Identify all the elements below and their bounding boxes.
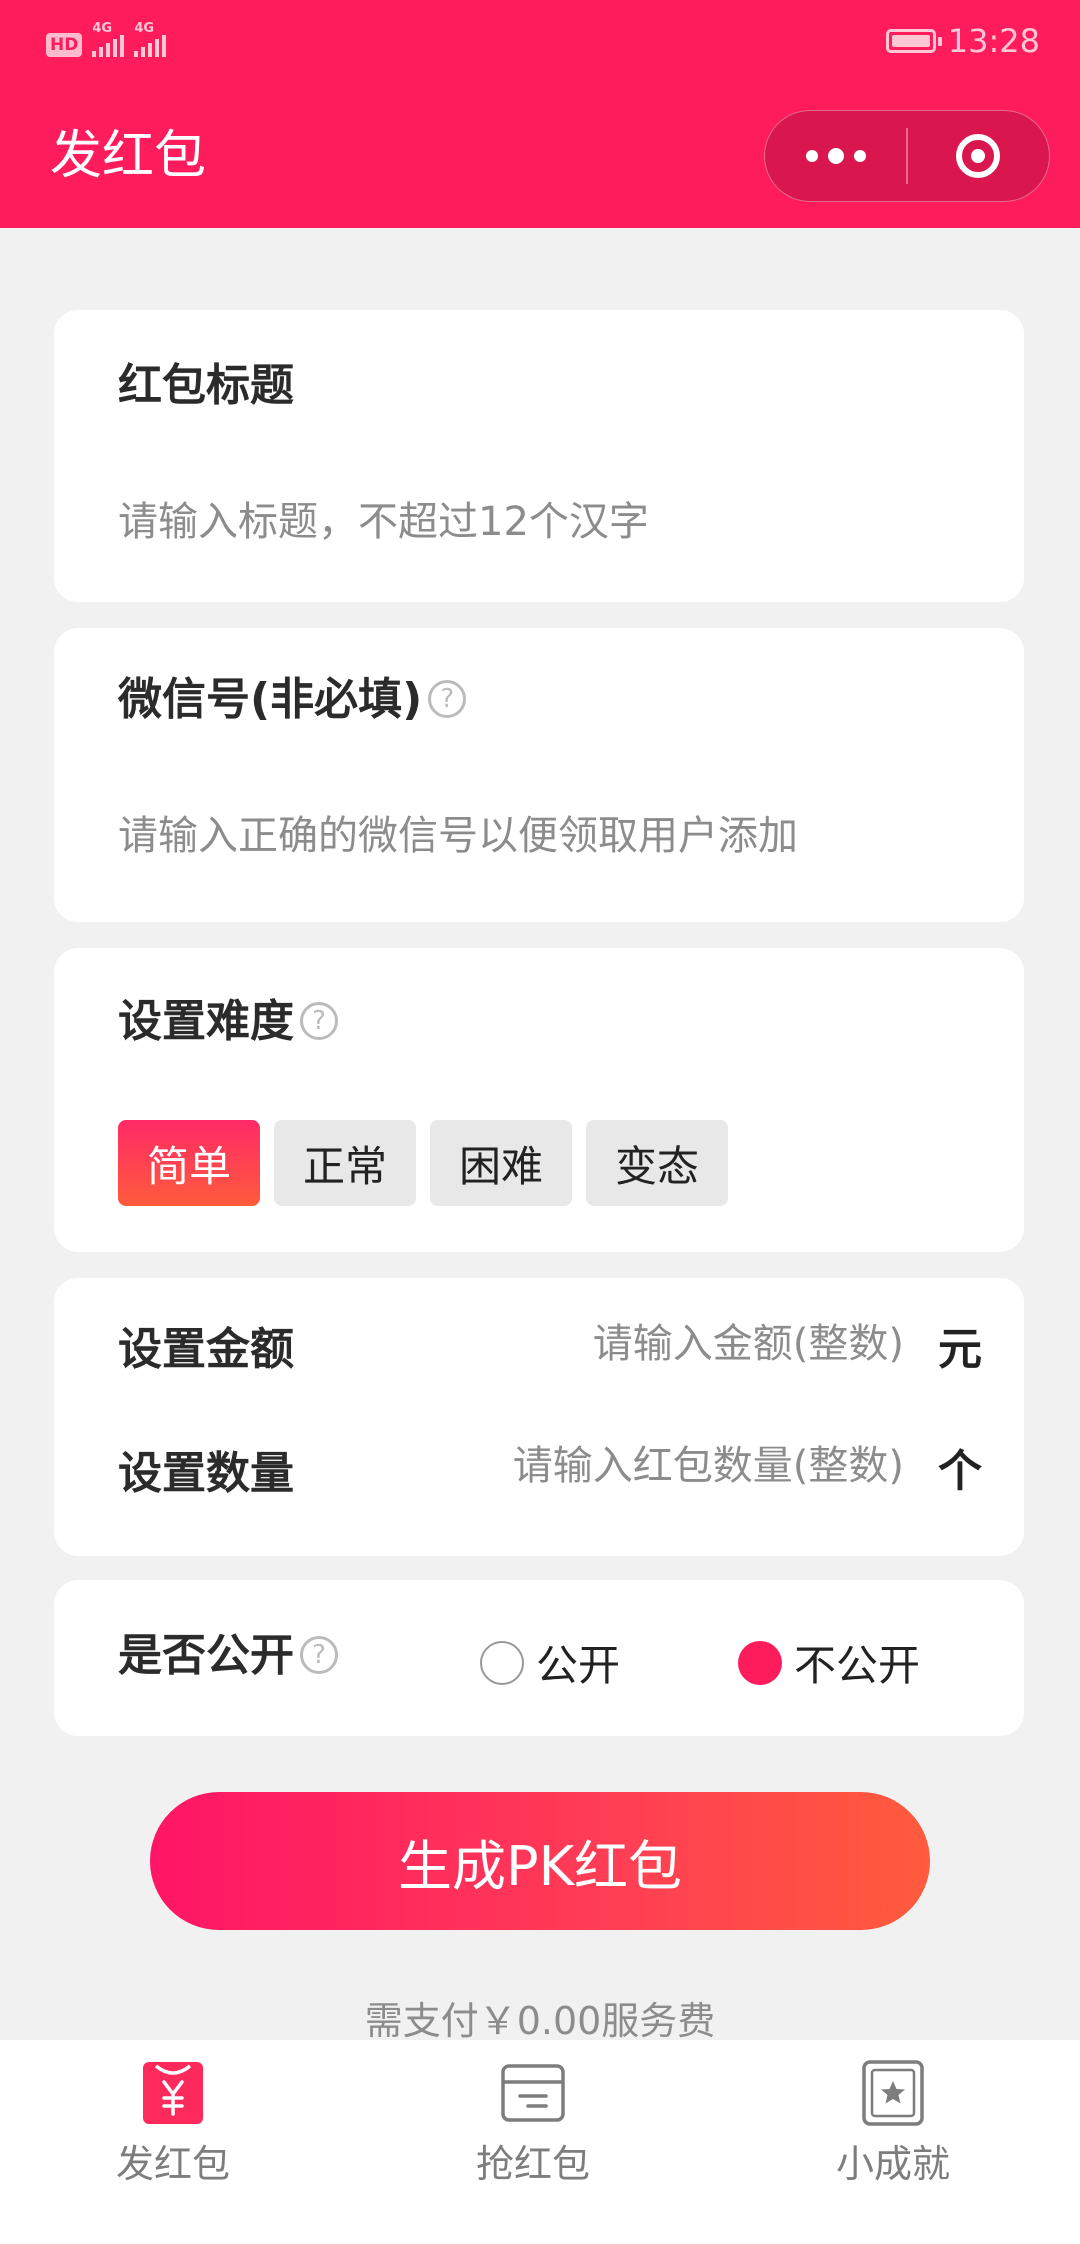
title-label: 红包标题 (118, 360, 294, 411)
radio-private[interactable]: 不公开 (738, 1632, 920, 1693)
count-input[interactable]: 请输入红包数量(整数) (513, 1440, 904, 1492)
count-unit: 个 (938, 1446, 982, 1497)
tab-label: 发红包 (115, 2142, 230, 2186)
fee-text: 需支付￥0.00服务费 (364, 1999, 716, 2043)
title-input[interactable]: 请输入标题，不超过12个汉字 (118, 496, 649, 548)
difficulty-label: 设置难度 (118, 996, 294, 1047)
amount-input[interactable]: 请输入金额(整数) (593, 1318, 904, 1370)
difficulty-option-easy[interactable]: 简单 (118, 1120, 260, 1206)
app-header: HD 4G 4G 13:28 发红包 (0, 0, 1080, 228)
amount-card: 设置金额 请输入金额(整数) 元 设置数量 请输入红包数量(整数) 个 (54, 1278, 1024, 1556)
radio-unchecked-icon (480, 1640, 524, 1685)
star-badge-icon (862, 2060, 924, 2126)
tab-achievements[interactable]: 小成就 (783, 2060, 1003, 2188)
wechat-label-row: 微信号(非必填)? (118, 672, 467, 728)
more-button[interactable] (765, 110, 906, 202)
wechat-card: 微信号(非必填)? 请输入正确的微信号以便领取用户添加 (54, 628, 1024, 922)
more-dots-icon (805, 148, 866, 164)
battery-icon (885, 29, 942, 53)
title-card: 红包标题 请输入标题，不超过12个汉字 (54, 310, 1024, 602)
help-icon[interactable]: ? (300, 1636, 338, 1674)
difficulty-card: 设置难度? 简单 正常 困难 变态 (54, 948, 1024, 1252)
tab-grab-redpacket[interactable]: 抢红包 (423, 2060, 643, 2188)
amount-unit: 元 (938, 1324, 982, 1375)
hd-icon: HD (46, 33, 83, 57)
miniprogram-capsule (764, 110, 1050, 202)
status-time: 13:28 (947, 22, 1040, 60)
close-miniprogram-button[interactable] (908, 110, 1049, 202)
radio-public-label: 公开 (536, 1641, 621, 1690)
tab-bar: 发红包 抢红包 小成就 (0, 2040, 1080, 2244)
target-circle-icon (956, 134, 1001, 178)
public-label: 是否公开 (118, 1630, 294, 1681)
radio-checked-icon (738, 1640, 782, 1685)
difficulty-option-hard[interactable]: 困难 (430, 1120, 572, 1206)
count-label: 设置数量 (118, 1448, 294, 1499)
public-card: 是否公开? 公开 不公开 (54, 1580, 1024, 1736)
tab-label: 小成就 (835, 2142, 950, 2186)
tab-label: 抢红包 (475, 2142, 590, 2186)
help-icon[interactable]: ? (428, 680, 467, 718)
generate-pk-button[interactable]: 生成PK红包 (150, 1792, 930, 1930)
wechat-input[interactable]: 请输入正确的微信号以便领取用户添加 (118, 810, 798, 862)
signal-icon: 4G (92, 22, 125, 57)
signal-icon: 4G (134, 22, 167, 57)
amount-label: 设置金额 (118, 1324, 294, 1375)
tab-send-redpacket[interactable]: 发红包 (63, 2060, 283, 2188)
difficulty-option-extreme[interactable]: 变态 (586, 1120, 728, 1206)
status-bar: HD 4G 4G 13:28 (0, 0, 1080, 86)
radio-private-label: 不公开 (794, 1641, 921, 1690)
red-envelope-yen-icon (143, 2062, 203, 2124)
help-icon[interactable]: ? (300, 1002, 338, 1040)
difficulty-option-normal[interactable]: 正常 (274, 1120, 416, 1206)
public-label-row: 是否公开? (118, 1628, 338, 1684)
difficulty-options: 简单 正常 困难 变态 (118, 1120, 728, 1206)
page-title: 发红包 (50, 126, 207, 186)
radio-public[interactable]: 公开 (480, 1632, 620, 1693)
wallet-icon (501, 2064, 565, 2122)
difficulty-label-row: 设置难度? (118, 994, 338, 1050)
wechat-label: 微信号(非必填) (118, 674, 423, 725)
